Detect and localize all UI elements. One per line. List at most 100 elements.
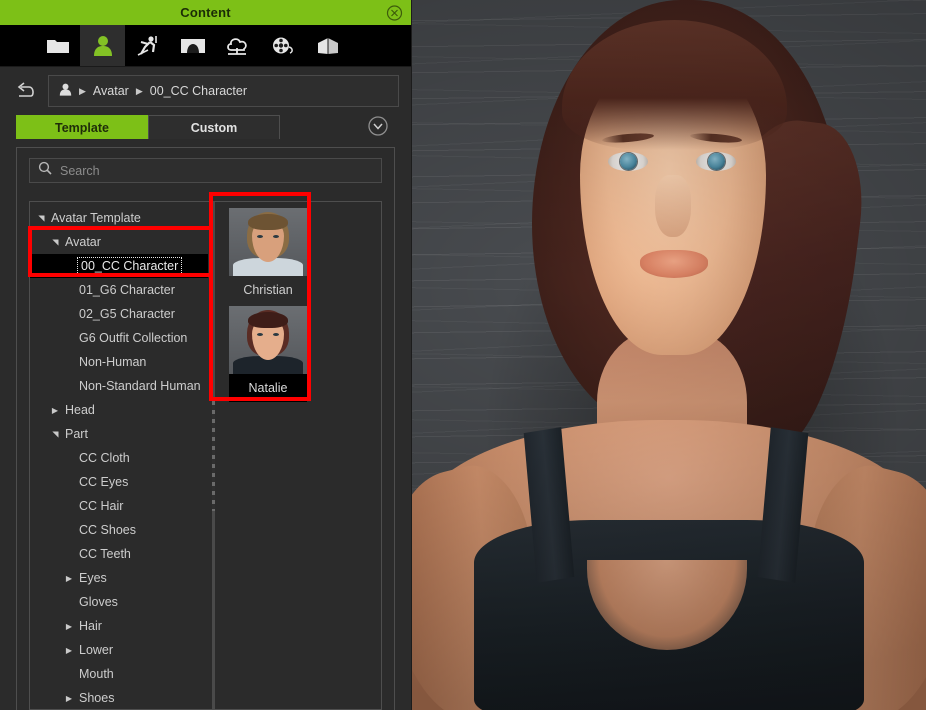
prop-box-icon (316, 36, 340, 56)
toolbar-folder-button[interactable] (35, 25, 80, 66)
tree-item-label: Avatar (65, 235, 101, 249)
tree-item-label: Part (65, 427, 88, 441)
toolbar-prop-button[interactable] (305, 25, 350, 66)
tree-item-label: CC Eyes (79, 475, 129, 489)
film-reel-icon (270, 36, 296, 56)
caret-right-icon[interactable]: ▶ (50, 406, 60, 415)
category-tree[interactable]: ◢ Avatar Template ◢ Avatar 00_CC Character 01… (29, 201, 208, 710)
toolbar-scene-button[interactable] (215, 25, 260, 66)
tree-item[interactable]: ▶ Hair (30, 614, 208, 638)
tree-item-label: 00_CC Character (76, 257, 183, 275)
tree-item-label: Head (65, 403, 95, 417)
tree-item-label: Mouth (79, 667, 114, 681)
tree-item-label: CC Cloth (79, 451, 130, 465)
caret-down-icon[interactable]: ◢ (37, 213, 46, 223)
thumbnail-item[interactable]: Christian (229, 208, 307, 304)
app-root: Content ▶ Avatar ▶ 00_CC Character Templ… (0, 0, 926, 710)
breadcrumb-item-character[interactable]: 00_CC Character (150, 84, 247, 98)
caret-right-icon[interactable]: ▶ (64, 574, 74, 583)
tree-item[interactable]: Mouth (30, 662, 208, 686)
tab-custom[interactable]: Custom (148, 115, 280, 139)
tree-item-label: 01_G6 Character (79, 283, 175, 297)
folder-icon (46, 36, 70, 56)
tree-item-label: Avatar Template (51, 211, 141, 225)
tree-item[interactable]: ▶ Shoes (30, 686, 208, 709)
tree-item-label: Hair (79, 619, 102, 633)
tree-item[interactable]: CC Cloth (30, 446, 208, 470)
tree-item[interactable]: Gloves (30, 590, 208, 614)
tree-item-label: CC Shoes (79, 523, 136, 537)
tree-item-label: CC Hair (79, 499, 124, 513)
tree-item[interactable]: ▶ Eyes (30, 566, 208, 590)
tree-item-label: Non-Human (79, 355, 147, 369)
tree-items: ◢ Avatar Template ◢ Avatar 00_CC Character 01… (30, 202, 208, 709)
search-icon (38, 161, 52, 180)
thumbnail-scrollbar[interactable] (372, 203, 380, 708)
tree-item-label: Eyes (79, 571, 107, 585)
browser-lists: ◢ Avatar Template ◢ Avatar 00_CC Character 01… (29, 201, 382, 710)
tree-item[interactable]: Non-Human (30, 350, 208, 374)
browser-content: Search ◢ Avatar Template ◢ Avatar 00_CC Char… (16, 147, 395, 710)
tree-item[interactable]: CC Shoes (30, 518, 208, 542)
caret-down-icon[interactable]: ◢ (51, 237, 60, 247)
splitter-grip[interactable] (212, 400, 215, 511)
tree-item-label: G6 Outfit Collection (79, 331, 188, 345)
tree-item[interactable]: CC Hair (30, 494, 208, 518)
breadcrumb[interactable]: ▶ Avatar ▶ 00_CC Character (48, 75, 399, 107)
stage-backdrop-icon (180, 37, 206, 55)
person-icon (59, 83, 72, 99)
toolbar-motion-button[interactable] (125, 25, 170, 66)
thumbnail-items: Christian Natalie (229, 208, 381, 402)
tree-item[interactable]: ◢ Avatar Template (30, 206, 208, 230)
content-panel: Content ▶ Avatar ▶ 00_CC Character Templ… (0, 0, 412, 710)
tree-item-label: 02_G5 Character (79, 307, 175, 321)
tree-item[interactable]: CC Teeth (30, 542, 208, 566)
tree-item[interactable]: 01_G6 Character (30, 278, 208, 302)
category-toolbar (0, 25, 411, 67)
toolbar-stage-button[interactable] (170, 25, 215, 66)
tree-item[interactable]: ◢ Part (30, 422, 208, 446)
close-icon[interactable] (386, 4, 403, 21)
tab-template[interactable]: Template (16, 115, 148, 139)
panel-splitter[interactable] (208, 201, 219, 710)
breadcrumb-separator: ▶ (79, 85, 86, 96)
tree-item-label: Non-Standard Human (79, 379, 201, 393)
toolbar-avatar-button[interactable] (80, 25, 125, 66)
panel-title: Content (180, 5, 231, 20)
breadcrumb-bar: ▶ Avatar ▶ 00_CC Character (0, 67, 411, 115)
panel-titlebar: Content (0, 0, 411, 25)
tree-item[interactable]: ▶ Head (30, 398, 208, 422)
caret-down-icon[interactable]: ◢ (51, 429, 60, 439)
breadcrumb-item-avatar[interactable]: Avatar (93, 84, 129, 98)
caret-right-icon[interactable]: ▶ (64, 622, 74, 631)
search-input[interactable]: Search (29, 158, 382, 183)
tree-item[interactable]: ◢ Avatar (30, 230, 208, 254)
tree-item[interactable]: Non-Standard Human (30, 374, 208, 398)
tree-item-label: Gloves (79, 595, 118, 609)
caret-right-icon[interactable]: ▶ (64, 694, 74, 703)
thumbnail-label: Natalie (248, 381, 288, 395)
tree-scene-icon (225, 36, 251, 56)
search-row: Search (17, 148, 394, 192)
back-arrow-icon[interactable] (12, 78, 38, 104)
tree-item[interactable]: 00_CC Character (30, 254, 208, 278)
tree-item-label: Shoes (79, 691, 115, 705)
chevron-down-circle-icon[interactable] (367, 115, 389, 137)
caret-right-icon[interactable]: ▶ (64, 646, 74, 655)
search-placeholder: Search (60, 163, 100, 178)
thumbnail-grid[interactable]: Christian Natalie (219, 201, 382, 710)
tree-item[interactable]: ▶ Lower (30, 638, 208, 662)
tree-item[interactable]: G6 Outfit Collection (30, 326, 208, 350)
thumbnail-image (229, 306, 307, 374)
tree-item-label: Lower (79, 643, 114, 657)
tree-item[interactable]: CC Eyes (30, 470, 208, 494)
person-icon (93, 35, 113, 57)
tree-item-label: CC Teeth (79, 547, 131, 561)
tab-bar: Template Custom (0, 115, 411, 139)
breadcrumb-separator: ▶ (135, 85, 143, 96)
toolbar-media-button[interactable] (260, 25, 305, 66)
tree-item[interactable]: 02_G5 Character (30, 302, 208, 326)
thumbnail-item[interactable]: Natalie (229, 306, 307, 402)
running-figure-icon (136, 35, 160, 57)
